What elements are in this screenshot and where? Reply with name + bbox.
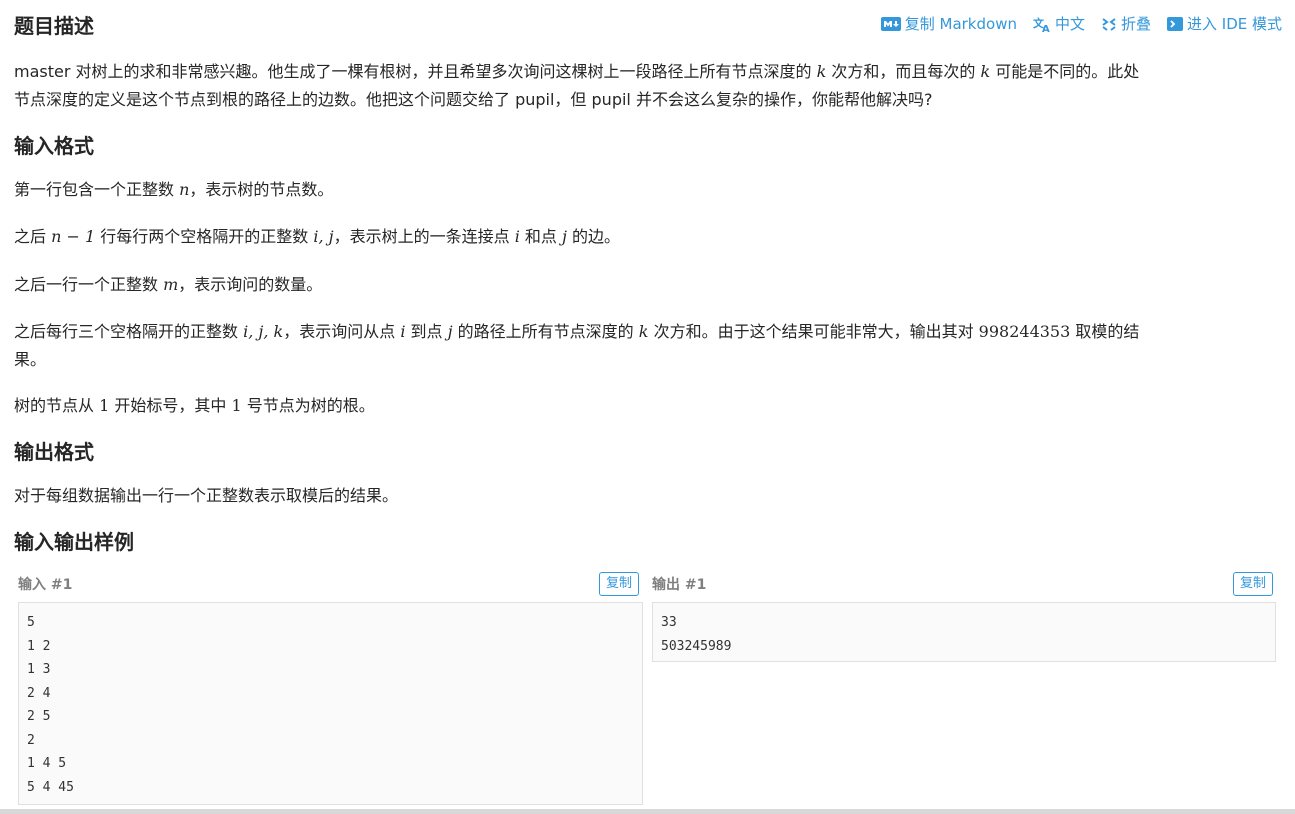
- text: 果。: [14, 350, 47, 369]
- fold-label: 折叠: [1120, 15, 1151, 33]
- collapse-icon: [1102, 18, 1116, 31]
- text: 行每行两个空格隔开的正整数: [95, 227, 314, 246]
- language-button[interactable]: 文 A 中文: [1033, 14, 1085, 34]
- description-text: 节点深度的定义是这个节点到根的路径上的边数。他把这个问题交给了 pupil，但 …: [14, 90, 933, 109]
- output-format-description: 对于每组数据输出一行一个正整数表示取模后的结果。: [14, 486, 399, 505]
- copy-input-button[interactable]: 复制: [599, 572, 640, 596]
- math-ij: i, j: [313, 227, 334, 246]
- math-ijk: i, j, k: [243, 322, 284, 341]
- language-label: 中文: [1054, 15, 1085, 33]
- math-m: m: [163, 275, 179, 294]
- translate-icon: 文 A: [1033, 16, 1050, 32]
- copy-markdown-button[interactable]: 复制 Markdown: [880, 14, 1017, 34]
- math-one: 1: [99, 396, 110, 415]
- text: 树的节点从: [14, 396, 100, 415]
- samples-title: 输入输出样例: [14, 530, 134, 554]
- math-k: k: [816, 62, 827, 81]
- text: 之后每行三个空格隔开的正整数: [14, 322, 244, 341]
- sample-output-code[interactable]: 33 503245989: [652, 602, 1276, 662]
- text: 之后: [14, 227, 52, 246]
- sample-input-code[interactable]: 5 1 2 1 3 2 4 2 5 2 1 4 5 5 4 45: [18, 602, 643, 805]
- svg-text:A: A: [1042, 24, 1050, 32]
- text: ，表示树上的一条连接点: [333, 227, 515, 246]
- text: ，表示询问的数量。: [178, 275, 323, 294]
- input-format-title: 输入格式: [14, 134, 94, 158]
- math-n: n: [179, 180, 190, 199]
- markdown-icon: [880, 17, 901, 31]
- ide-mode-label: 进入 IDE 模式: [1187, 15, 1282, 33]
- copy-output-button[interactable]: 复制: [1233, 572, 1274, 596]
- output-format-title: 输出格式: [14, 440, 94, 464]
- sample-output-label: 输出 #1: [652, 577, 707, 593]
- fold-button[interactable]: 折叠: [1101, 14, 1151, 34]
- copy-markdown-label: 复制 Markdown: [904, 15, 1017, 33]
- sample-input-label: 输入 #1: [18, 577, 73, 593]
- description-text: master 对树上的求和非常感兴趣。他生成了一棵有根树，并且希望多次询问这棵树…: [14, 62, 817, 81]
- math-one: 1: [231, 396, 242, 415]
- output-format-text: 对于每组数据输出一行一个正整数表示取模后的结果。: [14, 482, 1282, 510]
- bottom-scrollbar[interactable]: [0, 809, 1295, 814]
- description-text: 可能是不同的。此处: [990, 62, 1140, 81]
- text: ，表示询问从点: [283, 322, 401, 341]
- input-format-line-5: 树的节点从 1 开始标号，其中 1 号节点为树的根。: [14, 392, 1282, 420]
- text: 到点: [405, 322, 448, 341]
- math-k: k: [980, 62, 991, 81]
- text: 之后一行一个正整数: [14, 275, 164, 294]
- text: 第一行包含一个正整数: [14, 180, 180, 199]
- text: 次方和。由于这个结果可能非常大，输出其对: [648, 322, 979, 341]
- description-paragraph: master 对树上的求和非常感兴趣。他生成了一棵有根树，并且希望多次询问这棵树…: [14, 58, 1282, 114]
- description-header: 题目描述 复制 Markdown 文 A 中文 折叠 进入 IDE 模式: [14, 12, 1282, 42]
- text: 号节点为树的根。: [241, 396, 375, 415]
- text: 开始标号，其中: [109, 396, 232, 415]
- text: 的路径上所有节点深度的: [452, 322, 639, 341]
- description-text: 次方和，而且每次的: [826, 62, 981, 81]
- input-format-line-3: 之后一行一个正整数 m，表示询问的数量。: [14, 271, 1282, 299]
- math-modulus: 998244353: [978, 322, 1071, 341]
- input-format-line-4: 之后每行三个空格隔开的正整数 i, j, k，表示询问从点 i 到点 j 的路径…: [14, 318, 1282, 374]
- text: 取模的结: [1070, 322, 1140, 341]
- toolbar: 复制 Markdown 文 A 中文 折叠 进入 IDE 模式: [880, 14, 1282, 34]
- input-format-line-1: 第一行包含一个正整数 n，表示树的节点数。: [14, 176, 1282, 204]
- text: ，表示树的节点数。: [189, 180, 334, 199]
- terminal-icon: [1167, 17, 1183, 31]
- description-body: master 对树上的求和非常感兴趣。他生成了一棵有根树，并且希望多次询问这棵树…: [14, 58, 1282, 114]
- math-n-minus-1: n − 1: [51, 227, 96, 246]
- ide-mode-button[interactable]: 进入 IDE 模式: [1167, 14, 1282, 34]
- input-format-line-2: 之后 n − 1 行每行两个空格隔开的正整数 i, j，表示树上的一条连接点 i…: [14, 223, 1282, 251]
- text: 的边。: [566, 227, 621, 246]
- text: 和点: [519, 227, 562, 246]
